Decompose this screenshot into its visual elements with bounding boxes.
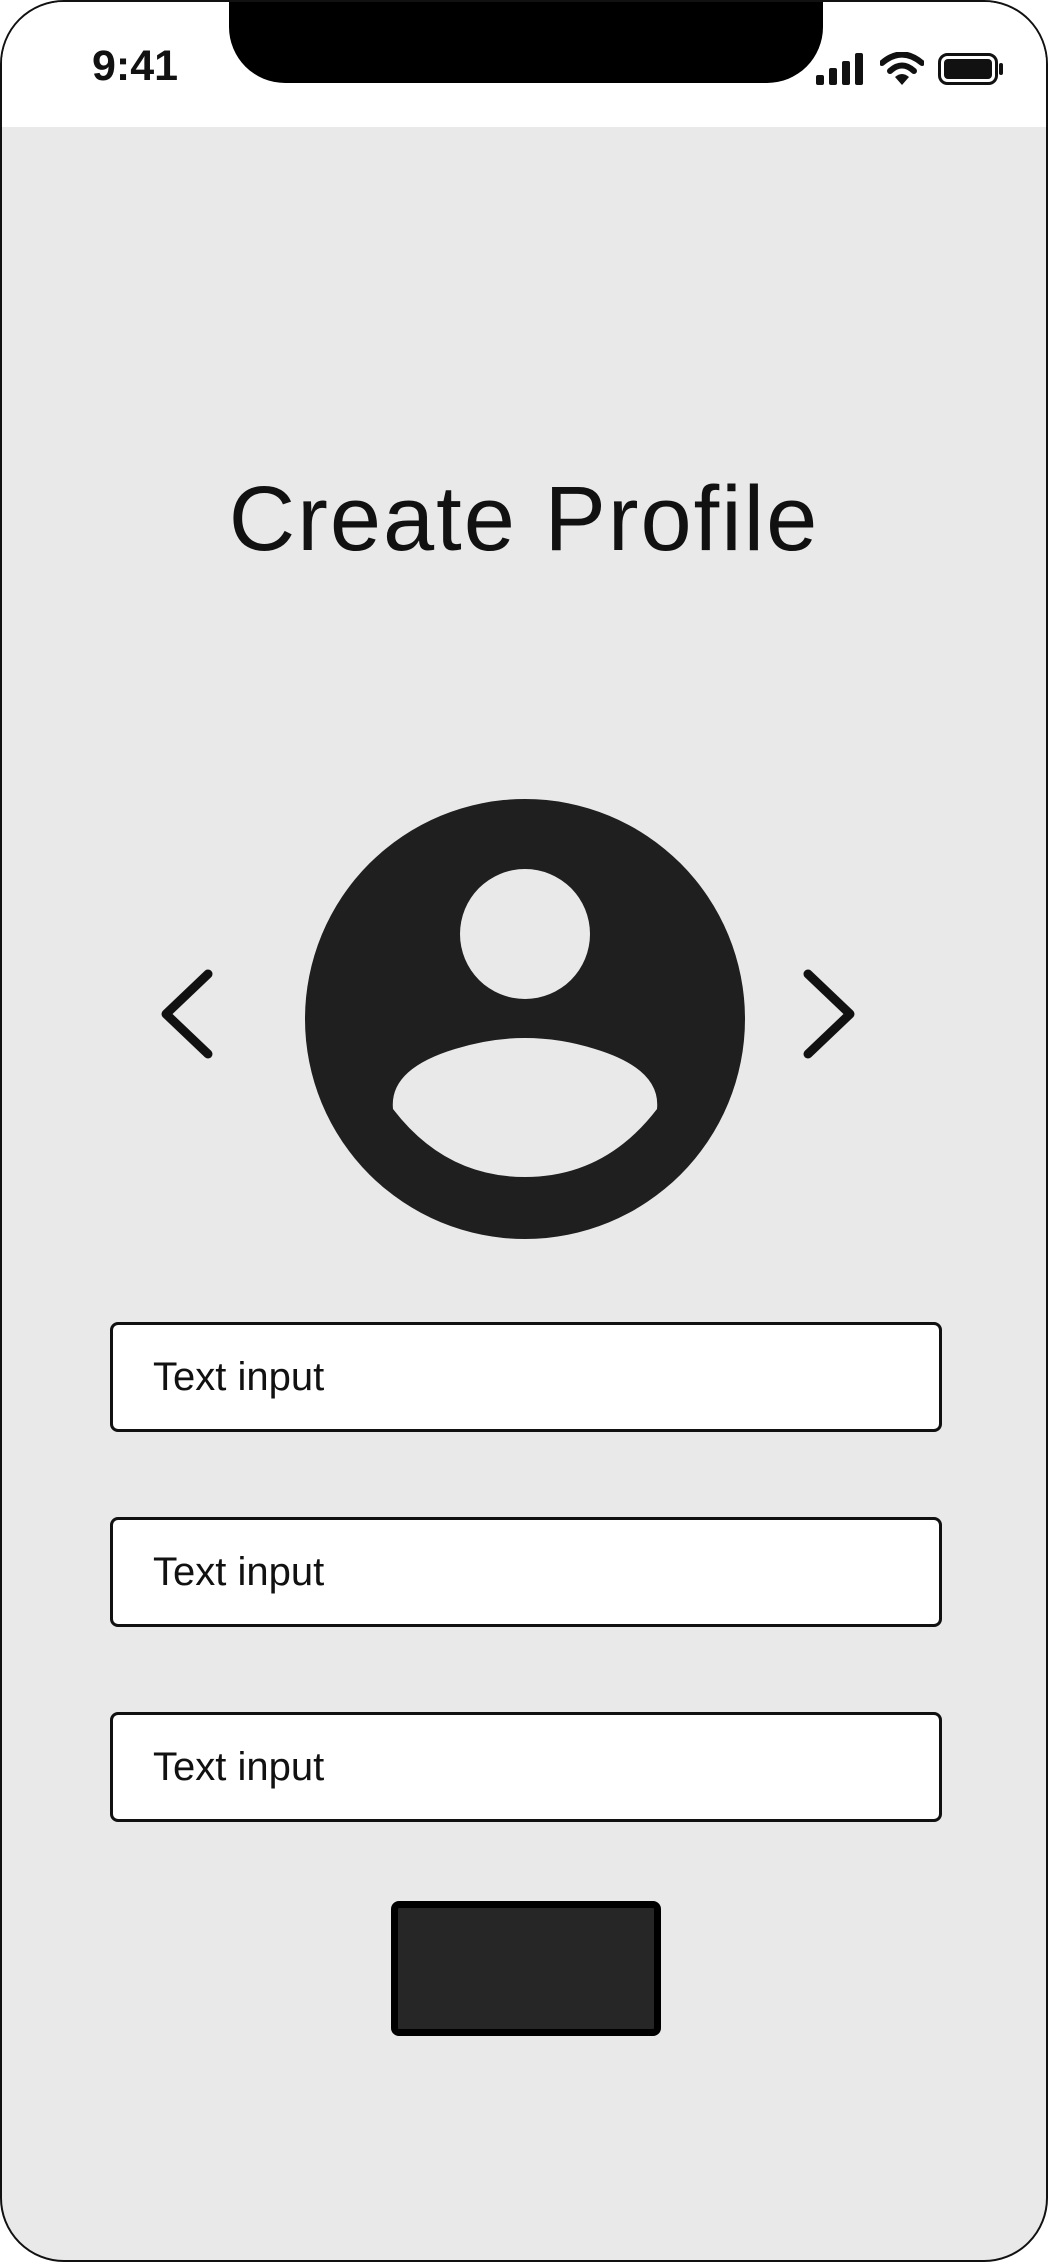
avatar[interactable] (305, 799, 745, 1239)
chevron-left-icon (161, 969, 213, 1059)
text-input-1[interactable] (110, 1322, 942, 1432)
status-bar: 9:41 (2, 2, 1046, 127)
user-avatar-icon (305, 799, 745, 1239)
status-icons (816, 51, 1004, 91)
battery-icon (938, 53, 1004, 90)
phone-frame: 9:41 Create Profile Text input Text inpu… (0, 0, 1048, 2262)
chevron-right-icon (803, 969, 855, 1059)
status-time: 9:41 (92, 42, 179, 90)
wifi-icon (879, 51, 925, 91)
submit-button[interactable] (391, 1901, 661, 2036)
prev-avatar-button[interactable] (152, 964, 222, 1064)
notch (229, 2, 823, 83)
signal-icon (816, 53, 866, 90)
text-input-3[interactable] (110, 1712, 942, 1822)
next-avatar-button[interactable] (794, 964, 864, 1064)
page-title: Create Profile (228, 468, 820, 570)
text-input-2[interactable] (110, 1517, 942, 1627)
